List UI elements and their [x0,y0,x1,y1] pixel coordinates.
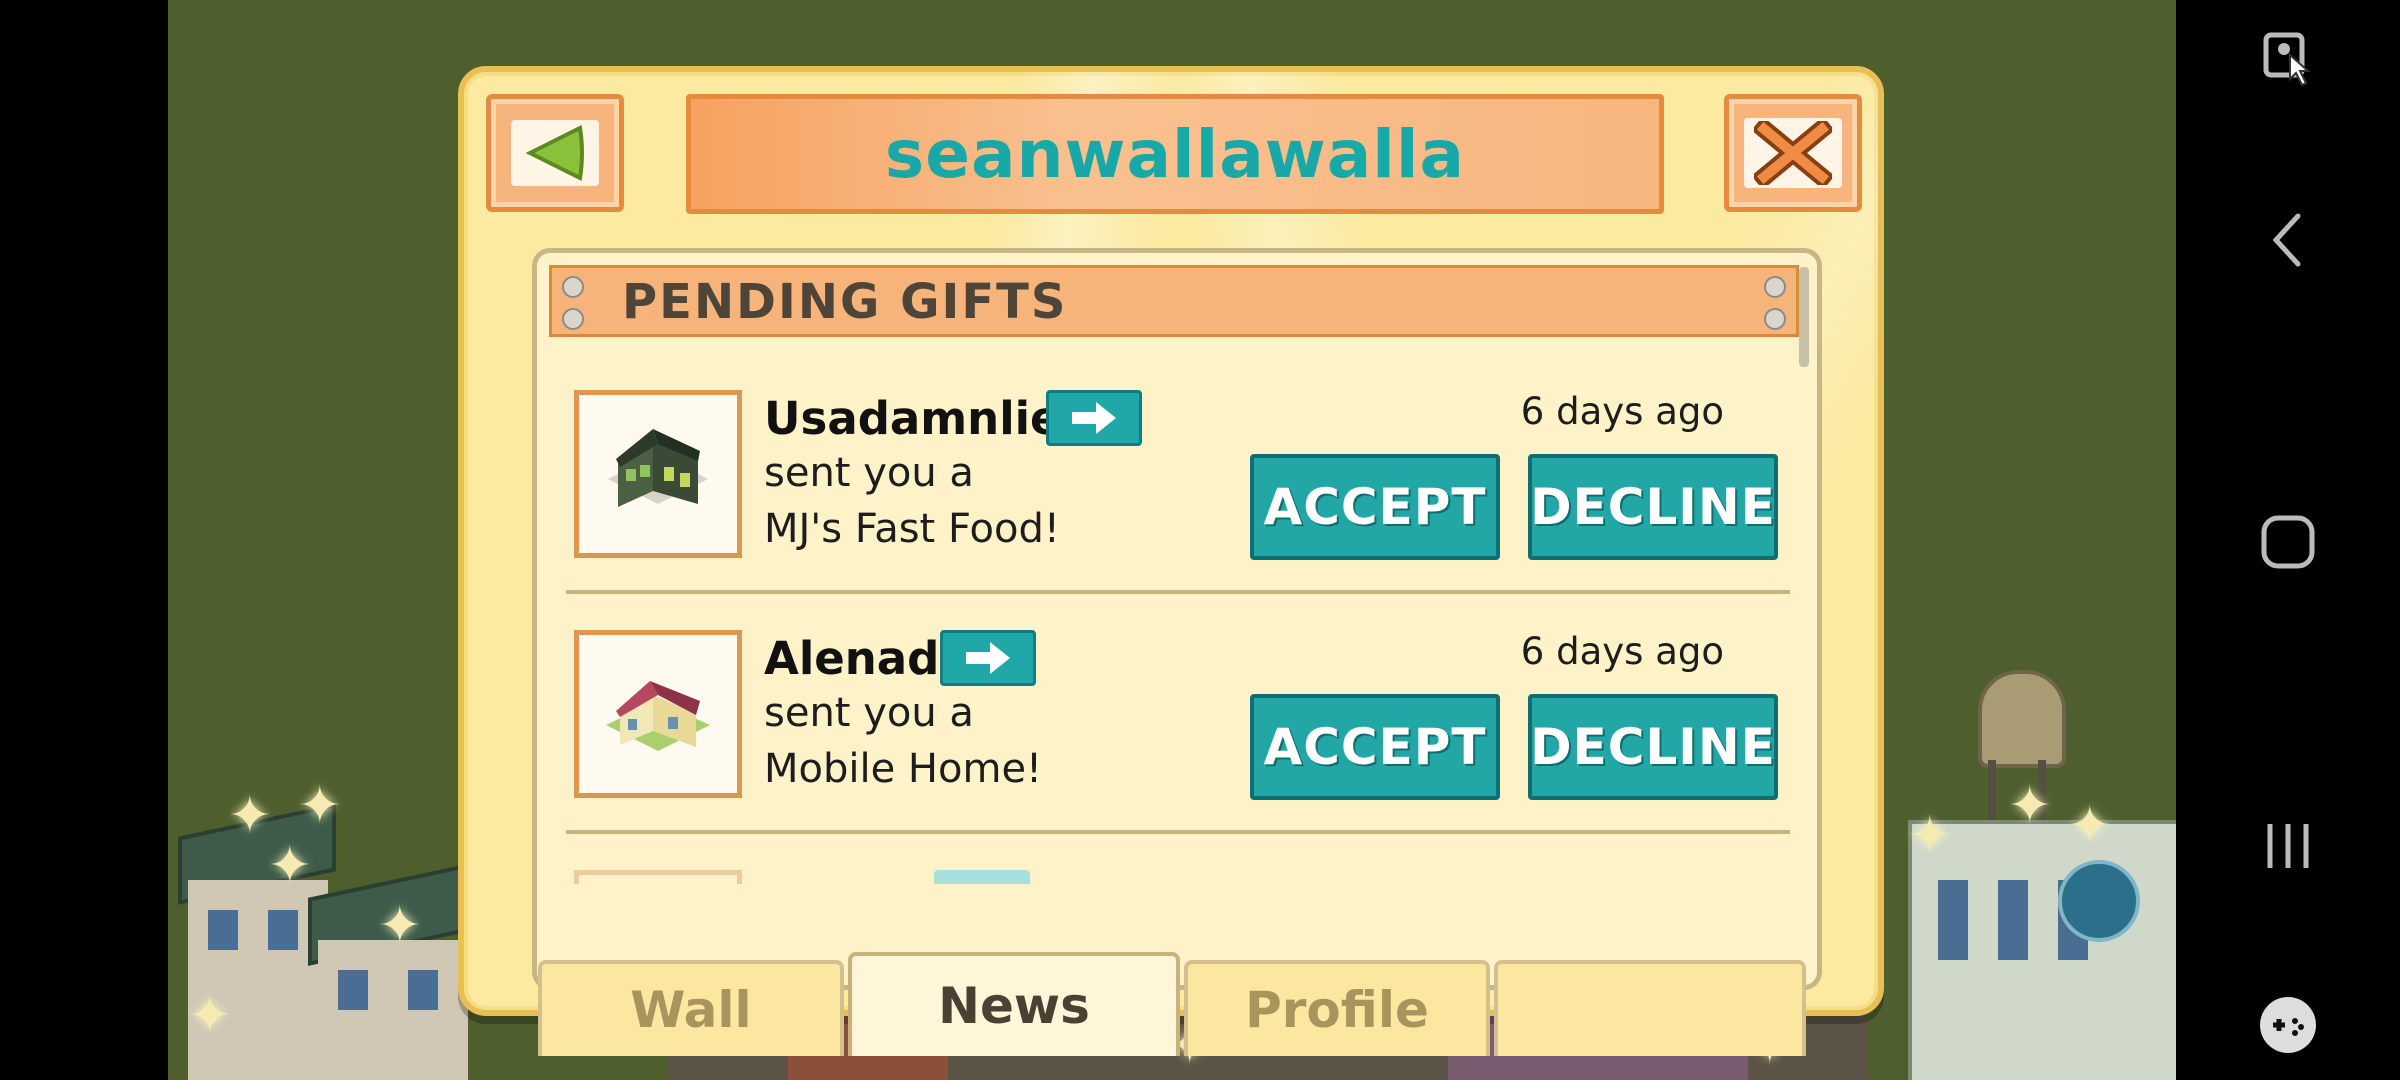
gift-thumbnail[interactable] [574,630,742,798]
sparkle-icon: ✦ [2008,776,2052,836]
gift-text-line1: sent you a [764,690,974,736]
screen-touch-lock-icon [2263,32,2311,87]
gift-thumbnail-partial [574,870,742,884]
section-header: PENDING GIFTS [549,265,1799,337]
decline-button[interactable]: DECLINE [1528,694,1778,800]
visit-sender-button[interactable] [1046,390,1142,446]
arrow-button-partial [934,870,1030,884]
sparkle-icon: ✦ [228,786,272,846]
row-divider [566,590,1790,594]
sender-name[interactable]: Alenad [764,632,939,685]
gift-timestamp: 6 days ago [1520,630,1724,673]
game-tools-button[interactable] [2176,990,2400,1060]
section-title: PENDING GIFTS [622,274,1068,330]
tab-profile[interactable]: Profile [1184,960,1490,1056]
gift-text-line1: sent you a [764,450,974,496]
arrow-right-icon [1072,402,1116,434]
accept-button[interactable]: ACCEPT [1250,454,1500,560]
mobile-home-icon [606,681,710,751]
close-button[interactable] [1724,94,1862,212]
gift-item-name: MJ's Fast Food! [764,506,1060,552]
gift-thumbnail[interactable] [574,390,742,558]
tab-news[interactable]: News [848,952,1180,1056]
sparkle-icon: ✦ [188,986,232,1046]
visit-sender-button[interactable] [940,630,1036,686]
sparkle-icon: ✦ [1908,806,1952,866]
sparkle-icon: ✦ [298,776,342,836]
close-x-icon [1754,121,1832,185]
gamepad-icon [2260,997,2316,1053]
gift-item-name: Mobile Home! [764,746,1043,792]
dialog-title: seanwallawalla [884,115,1466,193]
title-bar: seanwallawalla [686,94,1664,214]
scrollbar[interactable] [1799,267,1809,367]
sparkle-icon: ✦ [378,896,422,956]
accept-button[interactable]: ACCEPT [1250,694,1500,800]
tab-wall[interactable]: Wall [538,960,844,1056]
back-arrow-icon [525,124,584,182]
arrow-right-icon [966,642,1010,674]
nav-recents-button[interactable] [2176,816,2400,876]
back-button[interactable] [486,94,624,212]
tab-empty[interactable] [1494,960,1806,1056]
system-nav-bar [2176,0,2400,1080]
fast-food-building-icon [608,429,708,507]
recent-apps-icon [2267,824,2309,868]
home-square-icon [2261,515,2315,569]
sparkle-icon: ✦ [2068,796,2112,856]
decline-button[interactable]: DECLINE [1528,454,1778,560]
screen-lock-button[interactable] [2176,24,2400,94]
profile-dialog: seanwallawalla PENDING GIFTS Usadamnlie … [458,66,1884,1056]
nav-home-button[interactable] [2176,512,2400,572]
sender-name[interactable]: Usadamnlie [764,392,1061,445]
row-divider [566,830,1790,834]
sparkle-icon: ✦ [268,836,312,896]
gift-timestamp: 6 days ago [1520,390,1724,433]
chevron-left-icon [2272,213,2301,267]
nav-back-button[interactable] [2176,210,2400,270]
right-city-buildings [1888,660,2176,1080]
